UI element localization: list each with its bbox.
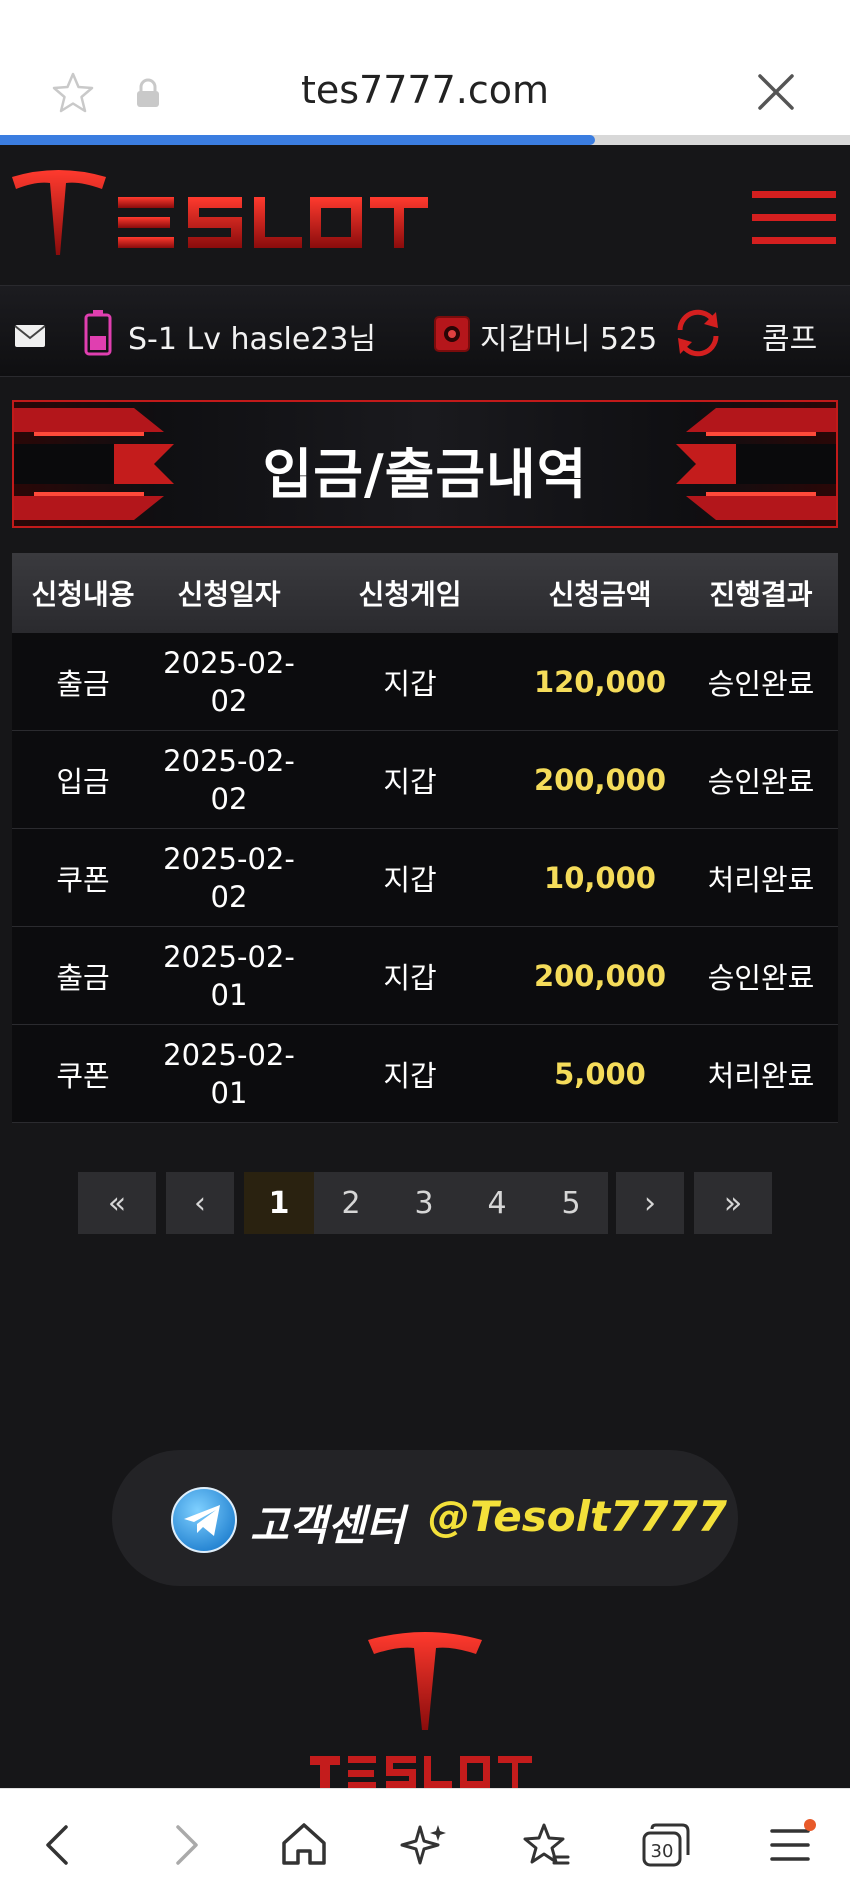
cell-amount: 120,000 [533, 664, 667, 699]
table-row: 쿠폰 2025-02- 01 지갑 5,000 처리완료 [12, 1025, 838, 1123]
cell-date-line2: 01 [210, 1075, 248, 1110]
cell-date-line1: 2025-02- [163, 1037, 295, 1072]
close-icon[interactable] [756, 72, 796, 112]
user-level-name: S-1 Lv hasle23님 [128, 322, 377, 357]
transaction-history-table: 신청내용 신청일자 신청게임 신청금액 진행결과 출금 2025-02- 02 지… [12, 553, 838, 1123]
table-row: 출금 2025-02- 01 지갑 200,000 승인완료 [12, 927, 838, 1025]
cell-amount: 200,000 [533, 762, 667, 797]
page-4-button[interactable]: 4 [460, 1172, 534, 1234]
site-header [0, 145, 850, 285]
user-status-bar: S-1 Lv hasle23님 지갑머니 525 콤프 [0, 285, 850, 377]
page-load-progress-fill [0, 135, 595, 145]
sparkle-icon[interactable] [398, 1819, 450, 1871]
cell-date-line1: 2025-02- [163, 939, 295, 974]
cell-amount: 5,000 [554, 1056, 646, 1091]
cell-type: 쿠폰 [56, 1058, 110, 1093]
cell-result: 승인완료 [707, 764, 815, 799]
table-row: 입금 2025-02- 02 지갑 200,000 승인완료 [12, 731, 838, 829]
level-battery-icon [84, 310, 112, 356]
page-2-button[interactable]: 2 [314, 1172, 388, 1234]
table-row: 쿠폰 2025-02- 02 지갑 10,000 처리완료 [12, 829, 838, 927]
cell-type: 입금 [56, 764, 110, 799]
page-1-button[interactable]: 1 [244, 1172, 314, 1234]
tab-count: 30 [651, 1841, 674, 1862]
cell-date: 2025-02- 01 [154, 1036, 304, 1112]
cell-result: 처리완료 [707, 1058, 815, 1093]
next-page-button[interactable]: › [616, 1172, 684, 1234]
header-game: 신청게임 [358, 578, 462, 611]
cell-date-line2: 01 [210, 977, 248, 1012]
wallet-icon [434, 316, 470, 352]
first-page-button[interactable]: « [78, 1172, 156, 1234]
telegram-icon [171, 1487, 237, 1553]
customer-center-label: 고객센터 [250, 1501, 405, 1550]
page-title: 입금/출금내역 [262, 443, 588, 506]
header-amount: 신청금액 [548, 578, 652, 611]
cell-result: 승인완료 [707, 666, 815, 701]
header-type: 신청내용 [31, 578, 135, 611]
header-date: 신청일자 [177, 578, 281, 611]
menu-icon[interactable] [764, 1819, 816, 1871]
cell-game: 지갑 [383, 764, 437, 799]
cell-date-line2: 02 [210, 879, 248, 914]
header-result: 진행결과 [709, 578, 813, 611]
page-title-banner: 입금/출금내역 [12, 400, 838, 528]
page-root: tes7777.com S-1 Lv hasle23님 지갑머니 525 콤프 … [0, 0, 850, 1898]
table-row: 출금 2025-02- 02 지갑 120,000 승인완료 [12, 633, 838, 731]
cell-date: 2025-02- 02 [154, 742, 304, 818]
tabs-icon[interactable]: 30 [640, 1819, 692, 1871]
customer-center-button[interactable]: 고객센터 @Tesolt7777 [112, 1450, 738, 1586]
table-header-row: 신청내용 신청일자 신청게임 신청금액 진행결과 [12, 553, 838, 633]
cell-type: 쿠폰 [56, 862, 110, 897]
cell-amount: 10,000 [544, 860, 656, 895]
cell-date: 2025-02- 02 [154, 840, 304, 916]
page-load-progress [0, 135, 850, 145]
cell-date: 2025-02- 01 [154, 938, 304, 1014]
browser-bottom-nav: 30 [0, 1788, 850, 1898]
pagination: « ‹ 1 2 3 4 5 › » [78, 1172, 772, 1234]
cell-game: 지갑 [383, 862, 437, 897]
cell-game: 지갑 [383, 666, 437, 701]
cell-date-line2: 02 [210, 781, 248, 816]
cell-result: 승인완료 [707, 960, 815, 995]
teslot-logo[interactable] [10, 167, 430, 259]
back-icon[interactable] [34, 1819, 86, 1871]
refresh-icon[interactable] [672, 308, 724, 358]
cell-result: 처리완료 [707, 862, 815, 897]
comp-link[interactable]: 콤프 [762, 314, 817, 358]
telegram-handle: @Tesolt7777 [428, 1492, 727, 1541]
home-icon[interactable] [278, 1819, 330, 1871]
cell-type: 출금 [56, 666, 110, 701]
forward-icon[interactable] [158, 1819, 210, 1871]
cell-amount: 200,000 [533, 958, 667, 993]
bookmarks-icon[interactable] [520, 1819, 572, 1871]
cell-type: 출금 [56, 960, 110, 995]
footer-teslot-logo [310, 1632, 532, 1788]
wallet-balance: 지갑머니 525 [480, 322, 658, 357]
page-3-button[interactable]: 3 [388, 1172, 460, 1234]
url-text[interactable]: tes7777.com [0, 68, 850, 112]
cell-date-line1: 2025-02- [163, 841, 295, 876]
cell-date-line2: 02 [210, 683, 248, 718]
page-5-button[interactable]: 5 [534, 1172, 608, 1234]
cell-game: 지갑 [383, 960, 437, 995]
browser-address-bar: tes7777.com [0, 0, 850, 135]
hamburger-menu-icon[interactable] [752, 189, 836, 247]
cell-date-line1: 2025-02- [163, 743, 295, 778]
last-page-button[interactable]: » [694, 1172, 772, 1234]
cell-date-line1: 2025-02- [163, 645, 295, 680]
mail-icon[interactable] [14, 324, 46, 348]
prev-page-button[interactable]: ‹ [166, 1172, 234, 1234]
cell-game: 지갑 [383, 1058, 437, 1093]
cell-date: 2025-02- 02 [154, 644, 304, 720]
